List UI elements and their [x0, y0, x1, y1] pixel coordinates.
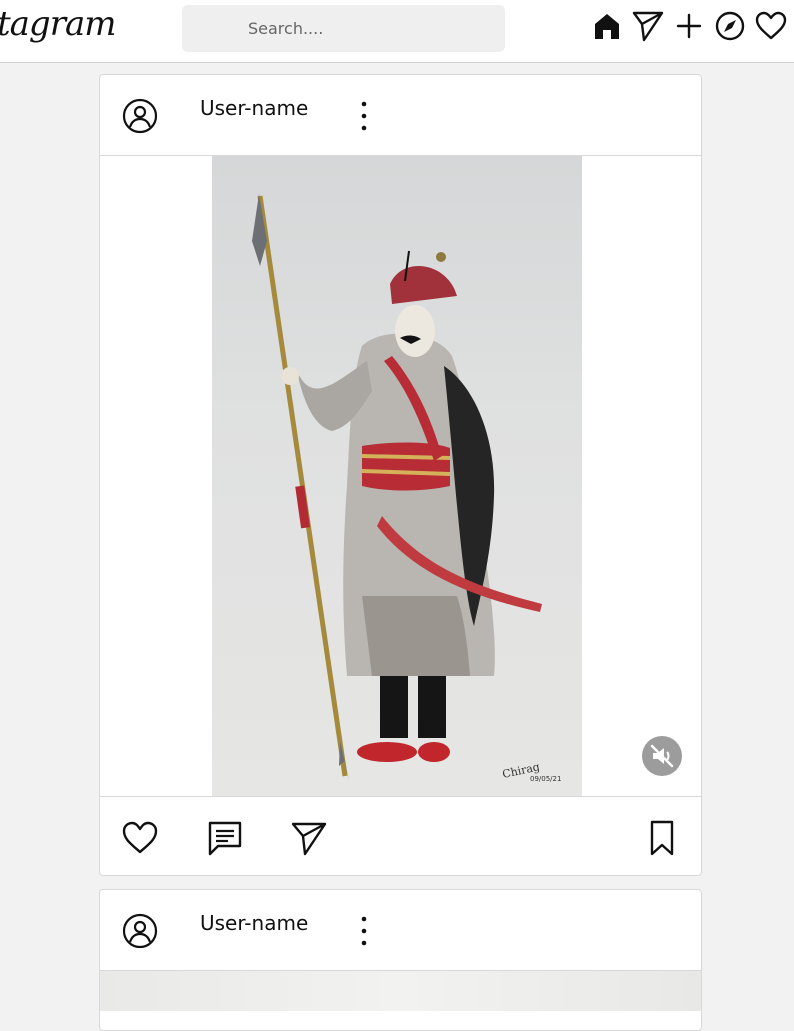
more-options-icon[interactable]	[356, 99, 372, 133]
artist-date: 09/05/21	[530, 775, 561, 783]
comment-icon[interactable]	[206, 819, 244, 857]
post-username[interactable]: User-name	[200, 96, 308, 120]
top-navigation-bar: tagram	[0, 0, 794, 63]
share-icon[interactable]	[290, 819, 328, 857]
post-header: User-name	[100, 890, 701, 971]
like-heart-icon[interactable]	[121, 819, 159, 857]
more-options-icon[interactable]	[356, 914, 372, 948]
speaker-muted-icon	[650, 744, 674, 768]
bookmark-icon[interactable]	[643, 819, 681, 857]
user-avatar-icon[interactable]	[122, 98, 158, 134]
post-photo: Chirag 09/05/21	[212, 156, 582, 796]
post-actions-bar	[100, 797, 701, 875]
home-icon[interactable]	[590, 9, 624, 43]
search-box[interactable]	[182, 5, 505, 52]
plus-icon[interactable]	[672, 9, 706, 43]
app-logo[interactable]: tagram	[0, 4, 116, 44]
post-card: User-name	[99, 889, 702, 1031]
compass-icon[interactable]	[713, 9, 747, 43]
post-media[interactable]: Chirag 09/05/21	[100, 156, 701, 797]
user-avatar-icon[interactable]	[122, 913, 158, 949]
post-photo[interactable]	[100, 971, 701, 1011]
search-input[interactable]	[182, 5, 505, 52]
post-card: User-name	[99, 74, 702, 876]
heart-icon[interactable]	[754, 9, 788, 43]
send-icon[interactable]	[631, 9, 665, 43]
post-username[interactable]: User-name	[200, 911, 308, 935]
post-header: User-name	[100, 75, 701, 156]
mute-button[interactable]	[642, 736, 682, 776]
